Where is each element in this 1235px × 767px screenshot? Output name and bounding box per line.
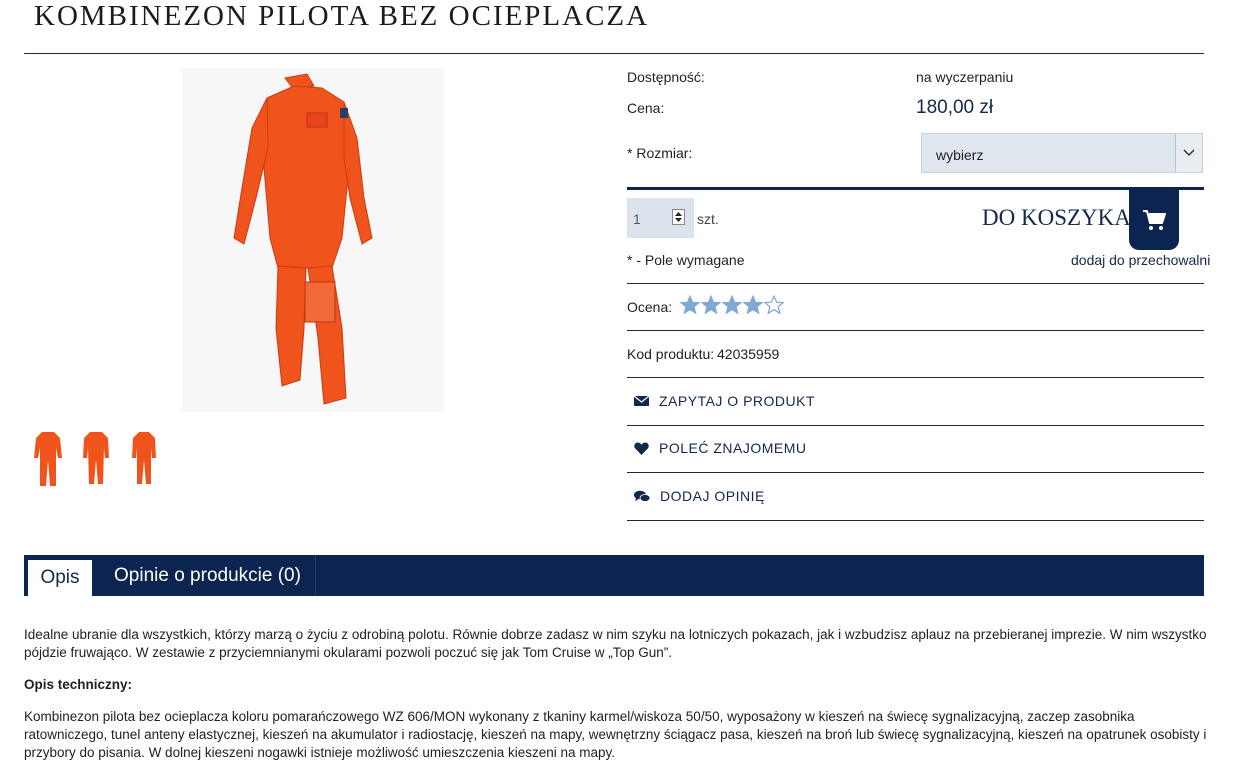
tab-bar: Opis Opinie o produkcie (0) bbox=[24, 555, 1204, 596]
availability-label: Dostępność: bbox=[627, 69, 705, 85]
tech-description-heading: Opis techniczny: bbox=[24, 677, 133, 692]
quantity-stepper[interactable]: 1 bbox=[627, 198, 694, 238]
size-select-value: wybierz bbox=[936, 147, 984, 163]
divider bbox=[627, 377, 1204, 378]
page-title: KOMBINEZON PILOTA BEZ OCIEPLACZA bbox=[34, 0, 650, 32]
thumbnail-3[interactable] bbox=[124, 428, 164, 488]
thumbnail-image bbox=[83, 432, 109, 484]
quantity-unit: szt. bbox=[697, 211, 719, 227]
tab-description[interactable]: Opis bbox=[28, 560, 92, 596]
divider bbox=[627, 520, 1204, 521]
action-label: POLEĆ ZNAJOMEMU bbox=[659, 440, 807, 456]
coverall-illustration bbox=[233, 73, 373, 405]
product-main-image[interactable] bbox=[182, 68, 444, 412]
star-filled-icon[interactable] bbox=[743, 295, 763, 315]
cart-section-divider bbox=[627, 187, 1204, 190]
thumbnail-1[interactable] bbox=[28, 428, 68, 488]
product-code-value: 42035959 bbox=[717, 346, 780, 362]
heart-icon bbox=[634, 442, 649, 455]
title-divider bbox=[24, 53, 1204, 54]
price-label: Cena: bbox=[627, 100, 665, 116]
rating-stars[interactable] bbox=[680, 295, 784, 315]
add-to-cart-label[interactable]: DO KOSZYKA bbox=[982, 205, 1131, 231]
product-code-label: Kod produktu: bbox=[627, 346, 715, 362]
divider bbox=[627, 283, 1204, 284]
star-filled-icon[interactable] bbox=[701, 295, 721, 315]
size-label: * Rozmiar: bbox=[627, 145, 693, 161]
price-value: 180,00 zł bbox=[916, 97, 994, 118]
comments-icon bbox=[634, 490, 650, 502]
divider bbox=[627, 330, 1204, 331]
ask-about-product-link[interactable]: ZAPYTAJ O PRODUKT bbox=[634, 393, 815, 409]
rating-label: Ocena: bbox=[627, 299, 673, 315]
availability-value: na wyczerpaniu bbox=[916, 69, 1014, 85]
description-intro: Idealne ubranie dla wszystkich, którzy m… bbox=[24, 627, 1207, 660]
cart-icon bbox=[1143, 210, 1166, 230]
star-filled-icon[interactable] bbox=[680, 295, 700, 315]
divider bbox=[627, 425, 1204, 426]
add-to-storage-link[interactable]: dodaj do przechowalni bbox=[1071, 252, 1210, 268]
divider bbox=[627, 472, 1204, 473]
star-filled-icon[interactable] bbox=[722, 295, 742, 315]
action-label: ZAPYTAJ O PRODUKT bbox=[659, 393, 816, 409]
quantity-value: 1 bbox=[633, 211, 641, 227]
tab-reviews[interactable]: Opinie o produkcie (0) bbox=[100, 555, 316, 596]
envelope-icon bbox=[634, 395, 649, 406]
add-review-link[interactable]: DODAJ OPINIĘ bbox=[634, 488, 765, 504]
add-to-cart-button[interactable] bbox=[1129, 190, 1179, 250]
tech-description-text: Kombinezon pilota bez ocieplacza koloru … bbox=[24, 709, 1207, 760]
chevron-down-icon[interactable] bbox=[1175, 134, 1202, 172]
size-select[interactable]: wybierz bbox=[921, 133, 1203, 173]
thumbnail-image bbox=[34, 432, 62, 486]
star-empty-icon[interactable] bbox=[764, 295, 784, 315]
recommend-to-friend-link[interactable]: POLEĆ ZNAJOMEMU bbox=[634, 440, 807, 456]
spinner-icon[interactable] bbox=[672, 209, 685, 225]
thumbnail-2[interactable] bbox=[76, 428, 116, 488]
action-label: DODAJ OPINIĘ bbox=[660, 488, 765, 504]
required-note: * - Pole wymagane bbox=[627, 252, 745, 268]
thumbnail-image bbox=[132, 432, 156, 484]
